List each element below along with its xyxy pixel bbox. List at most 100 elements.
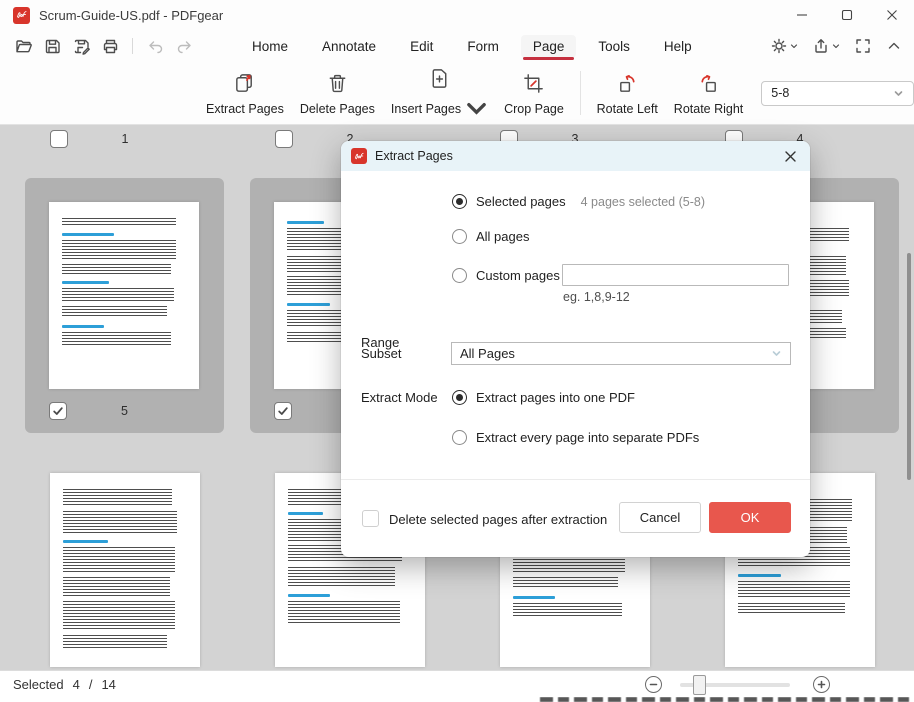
cancel-button[interactable]: Cancel <box>619 502 701 533</box>
tab-help[interactable]: Help <box>652 35 704 58</box>
page-range-combobox[interactable]: 5-8 <box>761 81 914 106</box>
crop-page-button[interactable]: Crop Page <box>498 66 570 121</box>
menu-bar: Home Annotate Edit Form Page Tools Help <box>0 30 914 62</box>
pdfgear-logo-icon <box>351 148 367 164</box>
mode-separate-option[interactable]: Extract every page into separate PDFs <box>452 430 699 445</box>
dialog-title: Extract Pages <box>375 149 453 163</box>
trash-icon <box>326 71 349 95</box>
status-bar: Selected 4 / 14 <box>0 670 914 697</box>
title-bar: Scrum-Guide-US.pdf - PDFgear <box>0 0 914 30</box>
page-9-preview <box>50 473 200 667</box>
print-icon[interactable] <box>99 35 121 57</box>
page-1-number: 1 <box>25 132 225 146</box>
delete-pages-button[interactable]: Delete Pages <box>294 66 381 121</box>
window-title: Scrum-Guide-US.pdf - PDFgear <box>39 8 223 23</box>
tab-edit[interactable]: Edit <box>398 35 445 58</box>
custom-pages-option[interactable]: Custom pages <box>452 268 560 283</box>
delete-after-checkbox[interactable] <box>362 510 379 527</box>
dialog-close-button[interactable] <box>774 141 806 171</box>
divider <box>341 479 810 480</box>
pdfgear-logo-icon <box>13 7 30 24</box>
sun-icon <box>771 38 787 54</box>
tab-home[interactable]: Home <box>240 35 300 58</box>
insert-page-icon <box>428 66 451 90</box>
selected-pages-option[interactable]: Selected pages 4 pages selected (5-8) <box>452 194 705 209</box>
subset-label: Subset <box>361 346 401 361</box>
page-5-preview <box>49 202 199 389</box>
mode-separate-radio[interactable] <box>452 430 467 445</box>
ok-button[interactable]: OK <box>709 502 791 533</box>
total-count: 14 <box>101 677 115 692</box>
close-icon <box>784 150 797 163</box>
all-pages-radio[interactable] <box>452 229 467 244</box>
page-5-number: 5 <box>25 404 224 418</box>
page-5-thumbnail[interactable]: 5 <box>25 178 224 433</box>
minimize-button[interactable] <box>779 0 824 30</box>
selected-count: 4 <box>73 677 80 692</box>
share-button[interactable] <box>813 37 840 55</box>
selected-pages-info: 4 pages selected (5-8) <box>581 195 705 209</box>
minus-icon <box>649 680 658 689</box>
divider <box>580 71 581 115</box>
zoom-slider[interactable] <box>680 683 790 687</box>
chevron-down-icon <box>790 37 798 55</box>
rotate-right-button[interactable]: Rotate Right <box>668 66 749 121</box>
rotate-left-icon <box>616 71 639 95</box>
chevron-down-icon <box>465 97 488 120</box>
open-file-icon[interactable] <box>12 35 34 57</box>
divider <box>132 38 133 54</box>
subset-value: All Pages <box>460 346 515 361</box>
menu-tabs: Home Annotate Edit Form Page Tools Help <box>240 30 704 62</box>
custom-pages-input[interactable] <box>562 264 789 286</box>
custom-pages-radio[interactable] <box>452 268 467 283</box>
chevron-up-icon <box>886 38 902 54</box>
theme-button[interactable] <box>771 37 798 55</box>
all-pages-option[interactable]: All pages <box>452 229 529 244</box>
maximize-button[interactable] <box>824 0 869 30</box>
subset-dropdown[interactable]: All Pages <box>451 342 791 365</box>
chevron-down-icon <box>893 88 904 99</box>
background-window-sliver <box>0 697 914 702</box>
tab-form[interactable]: Form <box>455 35 511 58</box>
dialog-header: Extract Pages <box>341 141 810 171</box>
collapse-toolbar-button[interactable] <box>886 38 902 54</box>
insert-pages-button[interactable]: Insert Pages <box>385 61 494 125</box>
custom-pages-hint: eg. 1,8,9-12 <box>563 290 630 304</box>
page-1-label-row: 1 <box>25 130 225 150</box>
vertical-scrollbar[interactable] <box>907 253 911 480</box>
redo-icon[interactable] <box>173 35 195 57</box>
undo-icon[interactable] <box>144 35 166 57</box>
extract-pages-icon <box>233 71 256 95</box>
zoom-in-button[interactable] <box>813 676 830 693</box>
background-text-fragment <box>540 697 914 702</box>
chevron-down-icon <box>832 37 840 55</box>
selection-status: Selected 4 / 14 <box>13 677 116 692</box>
app-window: Scrum-Guide-US.pdf - PDFgear Home Annota… <box>0 0 914 702</box>
rotate-left-button[interactable]: Rotate Left <box>591 66 664 121</box>
zoom-out-button[interactable] <box>645 676 662 693</box>
mode-one-pdf-radio[interactable] <box>452 390 467 405</box>
share-icon <box>813 38 829 54</box>
plus-icon <box>817 680 826 689</box>
tab-tools[interactable]: Tools <box>586 35 642 58</box>
selected-pages-radio[interactable] <box>452 194 467 209</box>
save-as-icon[interactable] <box>70 35 92 57</box>
fullscreen-button[interactable] <box>855 38 871 54</box>
rotate-right-icon <box>697 71 720 95</box>
chevron-down-icon <box>771 348 782 359</box>
delete-after-label: Delete selected pages after extraction <box>389 512 607 527</box>
extract-mode-label: Extract Mode <box>361 390 438 405</box>
mode-one-pdf-option[interactable]: Extract pages into one PDF <box>452 390 635 405</box>
zoom-slider-handle[interactable] <box>693 675 706 695</box>
fullscreen-icon <box>855 38 871 54</box>
save-icon[interactable] <box>41 35 63 57</box>
page-range-value: 5-8 <box>771 86 789 100</box>
tab-page[interactable]: Page <box>521 35 577 58</box>
crop-icon <box>522 71 545 95</box>
tab-annotate[interactable]: Annotate <box>310 35 388 58</box>
page-9-thumbnail[interactable] <box>50 473 200 667</box>
close-button[interactable] <box>869 0 914 30</box>
extract-pages-dialog: Extract Pages Range Selected pages 4 pag… <box>341 141 810 557</box>
extract-pages-button[interactable]: Extract Pages <box>200 66 290 121</box>
page-toolbar: Extract Pages Delete Pages Insert Pages … <box>0 62 914 125</box>
